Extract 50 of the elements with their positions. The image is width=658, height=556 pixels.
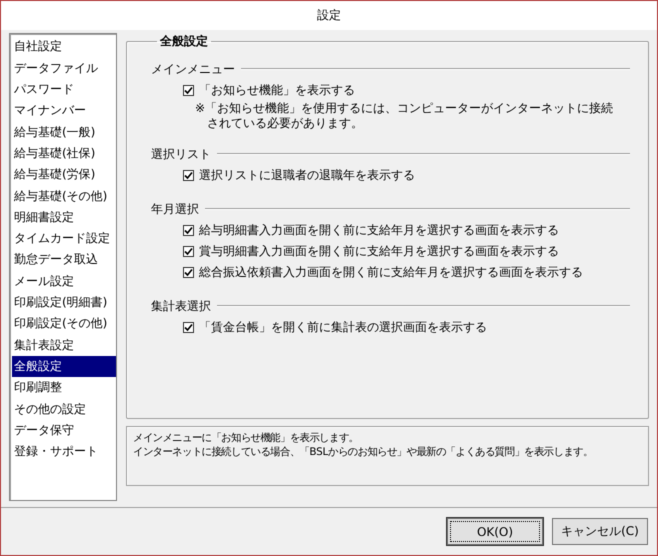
- note-text: ※「お知らせ機能」を使用するには、コンピューターがインターネットに接続: [195, 101, 614, 116]
- category-item[interactable]: データファイル: [12, 58, 116, 80]
- section-title: 年月選択: [151, 200, 199, 218]
- checkbox[interactable]: [183, 225, 194, 236]
- checkbox-label: 給与明細書入力画面を開く前に支給年月を選択する画面を表示する: [199, 222, 559, 240]
- checkbox-label: 賞与明細書入力画面を開く前に支給年月を選択する画面を表示する: [199, 243, 559, 260]
- category-item[interactable]: 全般設定: [12, 356, 116, 378]
- category-item[interactable]: 給与基礎(労保): [12, 164, 116, 186]
- category-item[interactable]: 給与基礎(その他): [12, 186, 116, 207]
- category-item[interactable]: 集計表設定: [12, 334, 116, 356]
- category-item[interactable]: マイナンバー: [12, 100, 116, 122]
- category-item[interactable]: その他の設定: [12, 398, 116, 420]
- ok-button[interactable]: OK(O): [447, 518, 543, 546]
- checkbox-label: 総合振込依頼書入力画面を開く前に支給年月を選択する画面を表示する: [199, 264, 583, 282]
- checkbox-label: 「賃金台帳」を開く前に集計表の選択画面を表示する: [199, 319, 487, 336]
- checkbox[interactable]: [183, 85, 194, 96]
- section-title: 集計表選択: [151, 298, 211, 315]
- category-item[interactable]: 自社設定: [12, 36, 116, 58]
- category-item[interactable]: 給与基礎(社保): [12, 142, 116, 164]
- checkbox-label: 「お知らせ機能」を表示する: [199, 82, 355, 100]
- description-text: インターネットに接続している場合、「BSLからのお知らせ」や最新の「よくある質問」を表示します。: [133, 445, 594, 460]
- category-item[interactable]: データ保守: [12, 420, 116, 442]
- window-title: 設定: [317, 7, 341, 24]
- checkbox[interactable]: [183, 267, 194, 278]
- checkbox-label: 選択リストに退職者の退職年を表示する: [199, 167, 415, 184]
- checkmark-icon: [184, 226, 193, 236]
- category-item[interactable]: 明細書設定: [12, 206, 116, 228]
- cancel-button[interactable]: キャンセル(C): [552, 518, 648, 546]
- category-item[interactable]: 勤怠データ取込: [12, 249, 116, 271]
- checkbox[interactable]: [183, 170, 194, 182]
- category-item[interactable]: 登録・サポート: [12, 441, 116, 462]
- category-item[interactable]: 給与基礎(一般): [12, 122, 116, 143]
- category-item[interactable]: パスワード: [12, 79, 116, 100]
- checkmark-icon: [184, 323, 193, 332]
- checkbox[interactable]: [183, 322, 194, 334]
- section-title: 選択リスト: [151, 146, 211, 163]
- note-text: されている必要があります。: [206, 116, 364, 132]
- category-item[interactable]: 印刷設定(その他): [12, 313, 116, 335]
- group-title: 全般設定: [159, 33, 209, 50]
- checkmark-icon: [184, 86, 193, 96]
- category-item[interactable]: 印刷設定(明細書): [12, 292, 116, 314]
- checkmark-icon: [184, 268, 193, 278]
- description-text: メインメニューに「お知らせ機能」を表示します。: [133, 431, 360, 446]
- checkbox[interactable]: [183, 246, 194, 258]
- category-item[interactable]: タイムカード設定: [12, 228, 116, 250]
- checkmark-icon: [184, 247, 193, 256]
- category-item[interactable]: メール設定: [12, 270, 116, 292]
- checkmark-icon: [184, 171, 193, 180]
- category-item[interactable]: 印刷調整: [12, 377, 116, 398]
- section-title: メインメニュー: [151, 60, 235, 78]
